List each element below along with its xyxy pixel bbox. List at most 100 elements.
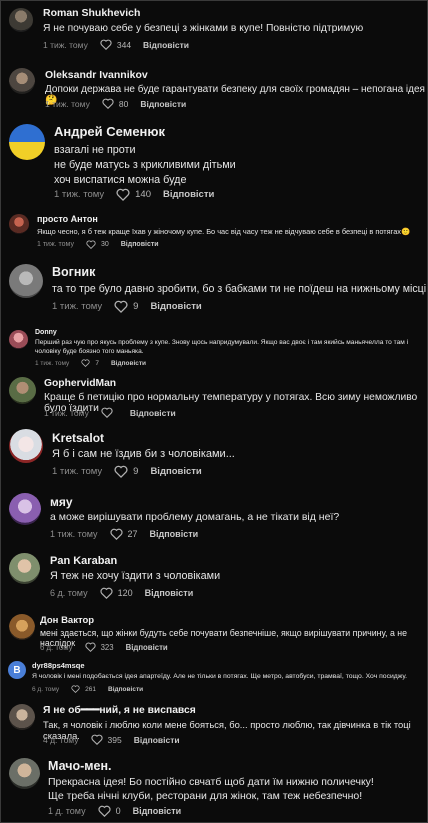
comment-author[interactable]: мяу — [50, 495, 73, 509]
comment-time: 6 д. тому — [32, 685, 60, 693]
avatar[interactable] — [9, 493, 41, 525]
reply-button[interactable]: Відповісти — [143, 40, 189, 50]
comment-time: 1 тиж. тому — [54, 189, 105, 200]
comment-text: Я чоловік і мені подобається ідея апарте… — [32, 673, 407, 680]
heart-icon[interactable] — [116, 188, 130, 201]
comment-author[interactable]: Pan Karaban — [50, 555, 117, 567]
avatar[interactable] — [9, 704, 35, 730]
comment-author[interactable]: Donny — [35, 329, 57, 336]
like-count: 9 — [133, 466, 139, 477]
avatar[interactable] — [9, 377, 36, 404]
comment-meta: 1 тиж. тому Відповісти — [44, 407, 176, 418]
reply-button[interactable]: Відповісти — [150, 529, 199, 539]
comment-time: 1 тиж. тому — [52, 301, 103, 312]
comment-meta: 1 тиж. тому 27 Відповісти — [50, 528, 198, 540]
avatar[interactable] — [9, 8, 33, 32]
comment-list: Roman Shukhevich Я не почуваю себе у без… — [0, 0, 428, 823]
reply-button[interactable]: Відповісти — [108, 686, 143, 693]
heart-icon[interactable] — [114, 465, 128, 478]
like-count: 395 — [107, 734, 122, 745]
comment-text: Я теж не хочу їздити з чоловіками — [50, 570, 221, 582]
avatar[interactable] — [9, 553, 40, 584]
comment-time: 6 д. тому — [50, 588, 88, 598]
comment-author[interactable]: Дон Вактор — [40, 615, 94, 626]
like-count: 7 — [95, 359, 99, 367]
heart-icon[interactable] — [98, 805, 111, 817]
comment-text: взагалі не проти не буде матусь з крикли… — [54, 144, 236, 186]
comment-meta: 6 д. тому 261 Відповісти — [32, 685, 143, 693]
reply-button[interactable]: Відповісти — [130, 408, 176, 418]
avatar[interactable] — [9, 429, 43, 463]
reply-button[interactable]: Відповісти — [111, 360, 146, 367]
heart-icon[interactable] — [86, 240, 96, 249]
comment-author[interactable]: Мачо-мен. — [48, 759, 111, 773]
avatar[interactable] — [9, 264, 43, 298]
reply-button[interactable]: Відповісти — [150, 301, 201, 312]
comment-author[interactable]: Вогник — [52, 265, 95, 279]
heart-icon[interactable] — [90, 734, 103, 745]
heart-icon[interactable] — [109, 528, 123, 540]
comment-meta: 1 тиж. тому 9 Відповісти — [52, 465, 202, 478]
comment-author[interactable]: GophervidMan — [44, 378, 116, 389]
heart-icon[interactable] — [84, 642, 96, 652]
reply-button[interactable]: Відповісти — [134, 735, 180, 745]
comment-meta: 6 д. тому 120 Відповісти — [50, 587, 193, 599]
comment-time: 1 д. тому — [48, 806, 86, 816]
comment-author[interactable]: просто Антон — [37, 214, 98, 224]
comment-meta: 1 д. тому 0 Відповісти — [48, 805, 181, 817]
like-count: 323 — [100, 642, 114, 652]
comment-text: Якщо чесно, я б теж краще їхав у жіночом… — [37, 227, 411, 236]
comment-time: 6 д. тому — [40, 642, 73, 652]
comment-time: 1 тиж. тому — [50, 529, 98, 539]
comment-meta: 1 тиж. тому 7 Відповісти — [35, 359, 146, 367]
comment-meta: 1 тиж. тому 140 Відповісти — [54, 188, 214, 201]
comment-meta: 6 д. тому 323 Відповісти — [40, 642, 168, 652]
like-count: 261 — [85, 685, 96, 693]
reply-button[interactable]: Відповісти — [126, 643, 168, 652]
comment-meta: 1 тиж. тому 9 Відповісти — [52, 300, 202, 313]
comment-author[interactable]: Андрей Семенюк — [54, 124, 165, 139]
comment-meta: 1 тиж. тому 30 Відповісти — [37, 240, 159, 249]
comment-time: 4 д. тому — [43, 734, 79, 745]
like-count: 27 — [127, 529, 138, 539]
avatar[interactable] — [9, 614, 35, 640]
comment-time: 1 тиж. тому — [37, 241, 74, 248]
reply-button[interactable]: Відповісти — [121, 241, 159, 248]
like-count: 120 — [117, 588, 133, 598]
heart-icon[interactable] — [100, 39, 112, 50]
avatar[interactable]: B — [8, 661, 26, 679]
reply-button[interactable]: Відповісти — [133, 806, 182, 816]
avatar[interactable] — [9, 214, 29, 234]
reply-button[interactable]: Відповісти — [163, 189, 214, 200]
comment-meta: 4 д. тому 395 Відповісти — [43, 734, 180, 745]
comment-text: та то тре було давно зробити, бо з бабка… — [52, 283, 427, 295]
avatar[interactable] — [9, 758, 40, 789]
comment-text: Прекрасна ідея! Бо постійно свчатб щоб д… — [48, 776, 374, 802]
heart-icon[interactable] — [114, 300, 128, 313]
comment-time: 1 тиж. тому — [35, 359, 70, 367]
heart-icon[interactable] — [81, 359, 90, 367]
comment-author[interactable]: Roman Shukhevich — [43, 7, 140, 19]
comment-text: Перший раз чую про якусь проблему з купе… — [35, 339, 409, 355]
comment-author[interactable]: Oleksandr Ivannikov — [45, 69, 148, 81]
reply-button[interactable]: Відповісти — [145, 588, 194, 598]
comment-text: Я не почуваю себе у безпеці з жінками в … — [43, 23, 364, 34]
comment-author[interactable]: Я не об━━━ний, я не виспався — [43, 704, 196, 716]
comment-time: 1 тиж. тому — [44, 407, 89, 418]
comment-meta: 1 тиж. тому 344 Відповісти — [43, 39, 189, 50]
comment-text: Я б і сам не їздив би з чоловіками... — [52, 448, 235, 460]
comment-author[interactable]: Kretsalot — [52, 431, 104, 445]
heart-icon[interactable] — [101, 407, 113, 418]
like-count: 0 — [115, 806, 121, 816]
reply-button[interactable]: Відповісти — [150, 466, 201, 477]
heart-icon[interactable] — [100, 587, 113, 599]
heart-icon[interactable] — [102, 98, 114, 109]
heart-icon[interactable] — [71, 685, 80, 693]
avatar[interactable] — [9, 124, 45, 160]
comment-text: а може вирішувати проблему домагань, а н… — [50, 511, 340, 523]
like-count: 9 — [133, 301, 139, 312]
avatar[interactable] — [9, 68, 35, 94]
reply-button[interactable]: Відповісти — [140, 99, 186, 109]
avatar[interactable] — [9, 330, 28, 349]
comment-author[interactable]: dyr88ps4msqe — [32, 661, 85, 670]
